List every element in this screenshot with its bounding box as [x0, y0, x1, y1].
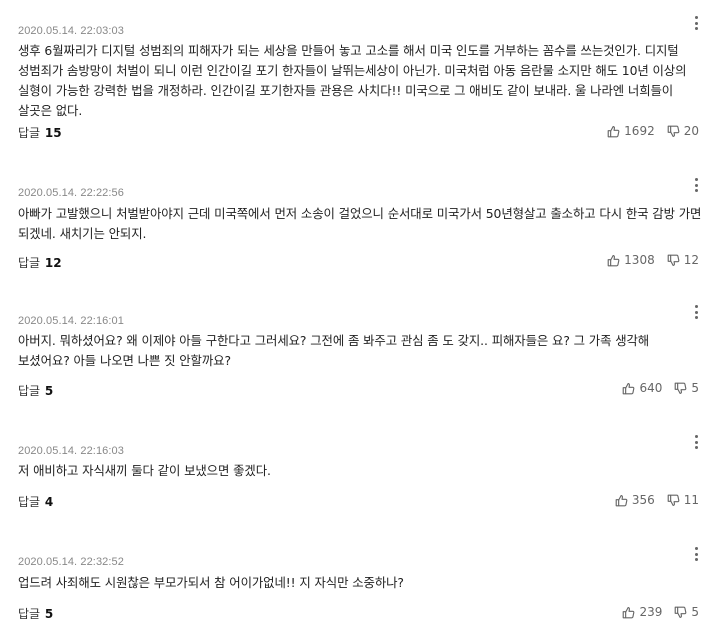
comment-text: 생후 6월짜리가 디지털 성범죄의 피해자가 되는 세상을 만들어 놓고 고소를…: [18, 43, 687, 118]
reply-count: 5: [44, 384, 54, 398]
vote-bar: 1692 20: [607, 124, 699, 138]
thumbs-down-icon: [675, 606, 687, 618]
dislike-button[interactable]: 12: [667, 253, 699, 267]
like-count: 1308: [624, 253, 655, 267]
comment-text: 저 애비하고 자식새끼 둘다 같이 보냈으면 좋겠다.: [18, 463, 271, 478]
dislike-button[interactable]: 20: [667, 124, 699, 138]
dislike-button[interactable]: 5: [674, 605, 699, 619]
dislike-count: 12: [683, 253, 699, 267]
thumbs-down-icon: [667, 254, 680, 266]
dislike-button[interactable]: 5: [674, 381, 699, 395]
thumbs-up-icon: [623, 382, 635, 394]
more-options-icon[interactable]: [690, 16, 702, 34]
more-options-icon[interactable]: [690, 547, 702, 565]
like-button[interactable]: 1308: [607, 253, 655, 267]
dislike-button[interactable]: 11: [667, 493, 699, 507]
reply-button[interactable]: 답글 5: [18, 382, 53, 399]
vote-bar: 640 5: [622, 381, 699, 395]
like-button[interactable]: 356: [615, 493, 655, 507]
thumbs-up-icon: [607, 125, 620, 137]
like-button[interactable]: 1692: [607, 124, 655, 138]
thumbs-down-icon: [667, 125, 680, 137]
reply-count: 12: [44, 256, 62, 270]
reply-button[interactable]: 답글 15: [18, 124, 62, 141]
reply-button[interactable]: 답글 5: [18, 605, 53, 622]
comment-timestamp: 2020.05.14. 22:32:52: [18, 556, 124, 568]
like-count: 356: [631, 493, 655, 507]
comment-timestamp: 2020.05.14. 22:22:56: [18, 187, 124, 199]
vote-bar: 1308 12: [607, 253, 699, 267]
thumbs-down-icon: [675, 382, 687, 394]
reply-count: 4: [44, 495, 54, 509]
reply-label: 답글: [18, 384, 41, 398]
reply-button[interactable]: 답글 4: [18, 493, 53, 510]
thumbs-down-icon: [667, 494, 680, 506]
like-count: 1692: [624, 124, 655, 138]
thumbs-up-icon: [607, 254, 620, 266]
comment-text: 업드려 사죄해도 시원찮은 부모가되서 참 어이가없네!! 지 자식만 소중하나…: [18, 575, 404, 590]
more-options-icon[interactable]: [690, 305, 702, 323]
reply-count: 5: [44, 607, 54, 621]
like-button[interactable]: 239: [622, 605, 662, 619]
comment-timestamp: 2020.05.14. 22:03:03: [18, 25, 124, 37]
reply-label: 답글: [18, 256, 41, 270]
reply-label: 답글: [18, 607, 41, 621]
comment-timestamp: 2020.05.14. 22:16:01: [18, 315, 124, 327]
vote-bar: 356 11: [615, 493, 699, 507]
like-count: 640: [639, 381, 663, 395]
comment-text: 아버지. 뭐하셨어요? 왜 이제야 아들 구한다고 그러세요? 그전에 좀 봐주…: [18, 333, 650, 368]
thumbs-up-icon: [623, 606, 635, 618]
reply-count: 15: [44, 126, 62, 140]
reply-label: 답글: [18, 126, 41, 140]
thumbs-up-icon: [615, 494, 628, 506]
dislike-count: 11: [683, 493, 699, 507]
more-options-icon[interactable]: [690, 435, 702, 453]
reply-button[interactable]: 답글 12: [18, 254, 62, 271]
comment-text: 아빠가 고발했으니 처벌받아야지 근데 미국쪽에서 먼저 소송이 걸었으니 순서…: [18, 206, 702, 241]
vote-bar: 239 5: [622, 605, 699, 619]
reply-label: 답글: [18, 495, 41, 509]
like-count: 239: [639, 605, 663, 619]
dislike-count: 5: [691, 605, 699, 619]
like-button[interactable]: 640: [622, 381, 662, 395]
comment-timestamp: 2020.05.14. 22:16:03: [18, 445, 124, 457]
dislike-count: 20: [683, 124, 699, 138]
more-options-icon[interactable]: [690, 178, 702, 196]
dislike-count: 5: [691, 381, 699, 395]
